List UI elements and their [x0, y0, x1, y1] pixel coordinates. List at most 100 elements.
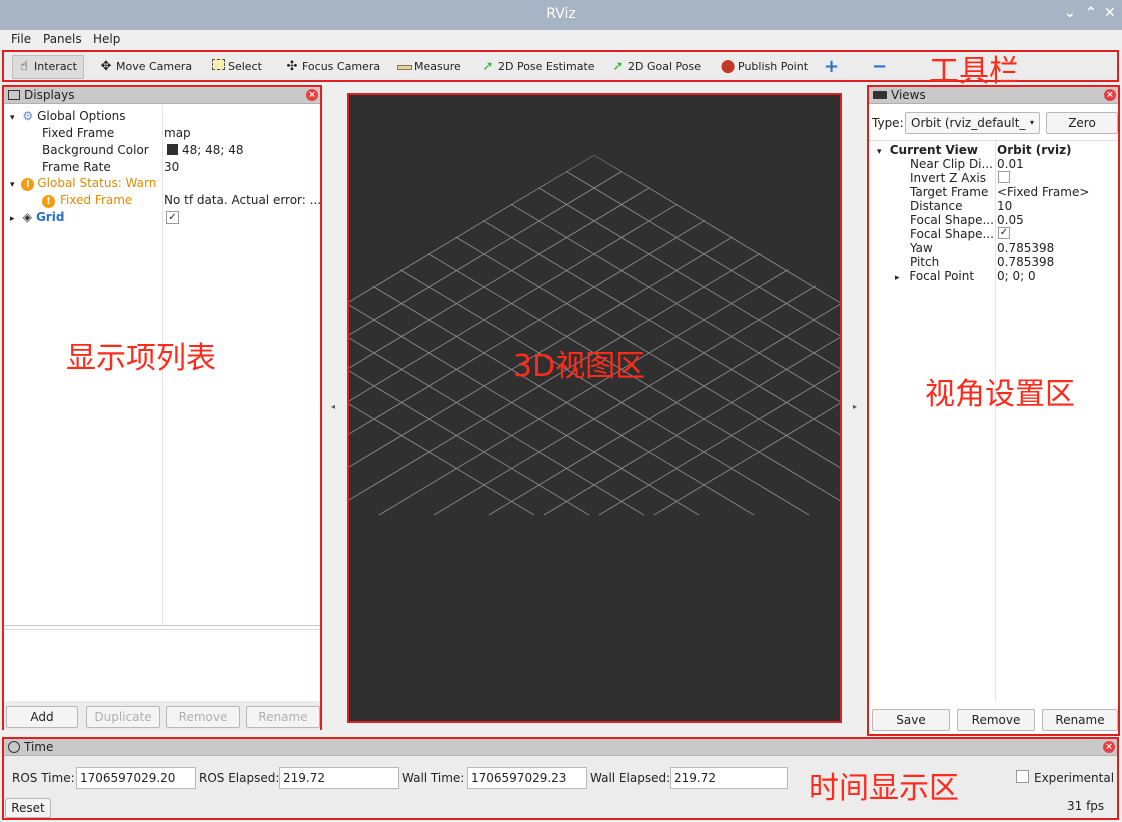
grid-enabled-checkbox[interactable]: ✓: [166, 211, 179, 224]
frame-rate-value[interactable]: 30: [164, 160, 179, 174]
remove-button[interactable]: Remove: [957, 709, 1035, 731]
focal-point-row[interactable]: ▸ Focal Point: [895, 269, 974, 283]
publish-point-button[interactable]: ⬤ Publish Point: [720, 55, 808, 79]
fixed-frame-label: Fixed Frame: [42, 126, 115, 140]
pose-estimate-button[interactable]: ➚ 2D Pose Estimate: [480, 55, 595, 79]
prop-label: Focal Shape...: [910, 213, 994, 227]
views-title: Views: [891, 88, 926, 102]
close-icon[interactable]: ×: [1103, 741, 1115, 753]
prop-label: Near Clip Di...: [910, 157, 993, 171]
add-button[interactable]: Add: [6, 706, 78, 728]
warning-icon: !: [42, 195, 55, 208]
prop-label: Focal Point: [909, 269, 975, 283]
zero-button[interactable]: Zero: [1046, 112, 1118, 134]
view-properties-tree: ▾ Current View Orbit (rviz) Near Clip Di…: [869, 140, 1118, 701]
menu-panels[interactable]: Panels: [43, 32, 82, 46]
rename-button[interactable]: Rename: [246, 706, 320, 728]
menu-help[interactable]: Help: [93, 32, 120, 46]
select-box-icon: [210, 55, 226, 79]
wall-elapsed-field[interactable]: 219.72: [670, 767, 788, 789]
close-icon[interactable]: ×: [306, 89, 318, 101]
toolbar-annotation: 工具栏: [929, 54, 1019, 89]
gear-icon: ⚙: [22, 109, 34, 123]
add-tool-icon[interactable]: +: [824, 55, 839, 79]
column-divider: [995, 141, 996, 701]
views-panel: Views × Type: Orbit (rviz_default_ ▾ Zer…: [867, 85, 1120, 736]
reset-button[interactable]: Reset: [5, 798, 51, 818]
window-titlebar: RViz ⌄ ⌃ ✕: [0, 0, 1122, 30]
current-view-row[interactable]: ▾ Current View: [877, 143, 978, 157]
goal-pose-button[interactable]: ➚ 2D Goal Pose: [610, 55, 701, 79]
goal-pose-label: 2D Goal Pose: [628, 60, 701, 73]
prop-value[interactable]: 0.785398: [997, 241, 1054, 255]
fps-readout: 31 fps: [1067, 799, 1105, 813]
viewport-annotation: 3D视图区: [513, 349, 646, 384]
rename-button[interactable]: Rename: [1042, 709, 1118, 731]
interact-button[interactable]: ☝ Interact: [12, 55, 84, 79]
grid-row[interactable]: ▸ ◈ Grid: [10, 210, 64, 224]
splitter[interactable]: [4, 625, 320, 626]
current-view-label: Current View: [889, 143, 978, 157]
view-type-dropdown[interactable]: Orbit (rviz_default_ ▾: [905, 112, 1040, 134]
publish-point-label: Publish Point: [738, 60, 809, 73]
monitor-icon: [8, 90, 20, 100]
minimize-icon[interactable]: ⌄: [1064, 5, 1076, 21]
status-fixed-frame-row[interactable]: ! Fixed Frame: [42, 193, 132, 208]
ros-time-label: ROS Time:: [12, 771, 75, 785]
experimental-checkbox[interactable]: [1016, 770, 1029, 783]
prop-value[interactable]: 0; 0; 0: [997, 269, 1036, 283]
toolbar: ☝ Interact ✥ Move Camera Select ✣ Focus …: [2, 50, 1119, 89]
measure-button[interactable]: Measure: [396, 55, 461, 79]
interact-label: Interact: [34, 60, 77, 73]
focus-icon: ✣: [286, 59, 298, 74]
map-pin-icon: ⬤: [720, 59, 736, 74]
save-button[interactable]: Save: [872, 709, 950, 731]
fixed-frame-value[interactable]: map: [164, 126, 191, 140]
render-viewport[interactable]: 3D视图区: [347, 93, 842, 723]
wall-time-field[interactable]: 1706597029.23: [467, 767, 587, 789]
close-icon[interactable]: ✕: [1104, 5, 1116, 21]
ros-elapsed-label: ROS Elapsed:: [199, 771, 280, 785]
wall-time-label: Wall Time:: [402, 771, 465, 785]
prop-value[interactable]: <Fixed Frame>: [997, 185, 1089, 199]
prop-label: Focal Shape...: [910, 227, 994, 241]
select-label: Select: [228, 60, 262, 73]
global-status-label: Global Status: Warn: [37, 176, 157, 190]
invert-z-checkbox[interactable]: [998, 171, 1010, 183]
ruler-icon: [396, 55, 412, 79]
frame-rate-label: Frame Rate: [42, 160, 111, 174]
clock-icon: [8, 741, 20, 753]
chevron-down-icon: ▾: [1029, 118, 1034, 127]
status-error-text: No tf data. Actual error: ...: [164, 193, 322, 207]
current-view-value: Orbit (rviz): [997, 143, 1072, 157]
displays-panel: Displays × ▾ ⚙ Global Options Fixed Frame…: [2, 85, 322, 730]
ros-elapsed-field[interactable]: 219.72: [279, 767, 399, 789]
prop-value[interactable]: 0.785398: [997, 255, 1054, 269]
prop-value[interactable]: 0.05: [997, 213, 1024, 227]
menu-file[interactable]: File: [11, 32, 31, 46]
select-button[interactable]: Select: [210, 55, 262, 79]
remove-button[interactable]: Remove: [166, 706, 240, 728]
collapse-right-icon[interactable]: ▸: [853, 402, 857, 411]
prop-value[interactable]: 10: [997, 199, 1012, 213]
time-header: Time ×: [4, 739, 1117, 756]
maximize-icon[interactable]: ⌃: [1085, 5, 1097, 21]
green-arrow-icon: ➚: [482, 59, 494, 74]
background-color-value[interactable]: 48; 48; 48: [167, 143, 244, 157]
close-icon[interactable]: ×: [1104, 89, 1116, 101]
move-camera-button[interactable]: ✥ Move Camera: [98, 55, 193, 79]
remove-tool-icon[interactable]: −: [872, 55, 887, 79]
status-fixed-frame-label: Fixed Frame: [60, 193, 133, 207]
focal-shape-checkbox[interactable]: ✓: [998, 227, 1010, 239]
collapse-left-icon[interactable]: ◂: [331, 402, 335, 411]
camera-icon: [873, 91, 887, 99]
global-options-row[interactable]: ▾ ⚙ Global Options: [10, 109, 126, 123]
global-status-row[interactable]: ▾ ! Global Status: Warn: [10, 176, 156, 191]
collapse-arrow-icon: ▸: [895, 273, 900, 283]
prop-value[interactable]: 0.01: [997, 157, 1024, 171]
measure-label: Measure: [414, 60, 461, 73]
wall-elapsed-label: Wall Elapsed:: [590, 771, 671, 785]
duplicate-button[interactable]: Duplicate: [86, 706, 160, 728]
ros-time-field[interactable]: 1706597029.20: [76, 767, 196, 789]
focus-camera-button[interactable]: ✣ Focus Camera: [284, 55, 381, 79]
